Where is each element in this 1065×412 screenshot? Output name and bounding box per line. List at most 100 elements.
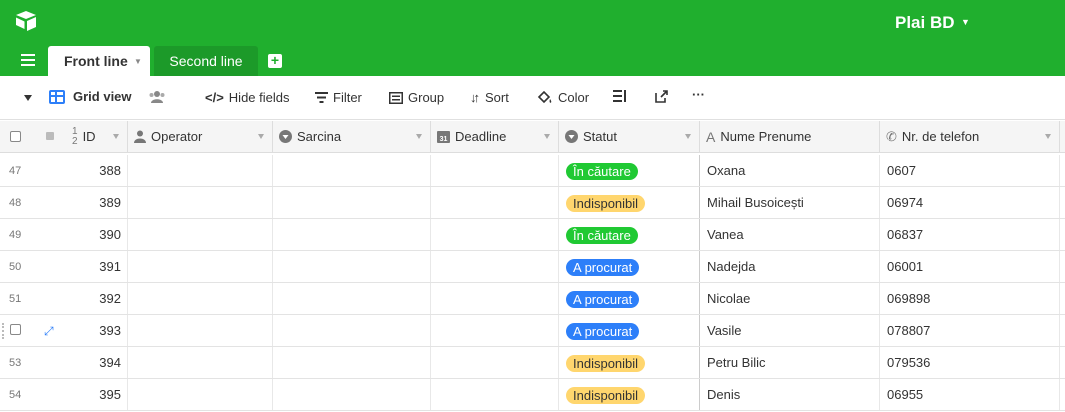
cell-nr-de-telefon[interactable]: 078807 <box>880 315 1060 346</box>
column-header-deadline[interactable]: 31 Deadline <box>431 121 559 152</box>
cell-sarcina[interactable] <box>273 187 431 218</box>
row-checkbox[interactable] <box>10 324 21 335</box>
cell-statut[interactable]: A procurat <box>559 283 700 314</box>
tab-second-line[interactable]: Second line <box>154 46 258 76</box>
sort-button[interactable]: ↓↑ Sort <box>470 90 509 105</box>
cell-operator[interactable] <box>128 219 273 250</box>
view-collaborators-icon[interactable] <box>148 90 166 104</box>
cell-operator[interactable] <box>128 251 273 282</box>
group-button[interactable]: Group <box>389 90 444 105</box>
table-row[interactable]: 51 392 A procurat Nicolae 069898 <box>0 283 1065 315</box>
cell-sarcina[interactable] <box>273 283 431 314</box>
cell-nr-de-telefon[interactable]: 06837 <box>880 219 1060 250</box>
cell-sarcina[interactable] <box>273 315 431 346</box>
cell-statut[interactable]: A procurat <box>559 251 700 282</box>
cell-statut[interactable]: Indisponibil <box>559 347 700 378</box>
cell-nume-prenume[interactable]: Denis <box>700 379 880 410</box>
cell-nr-de-telefon[interactable]: 079536 <box>880 347 1060 378</box>
chevron-down-icon[interactable] <box>544 134 550 139</box>
cell-deadline[interactable] <box>431 187 559 218</box>
cell-nume-prenume[interactable]: Mihail Busoicești <box>700 187 880 218</box>
cell-nume-prenume[interactable]: Vanea <box>700 219 880 250</box>
cell-operator[interactable] <box>128 187 273 218</box>
cell-operator[interactable] <box>128 155 273 186</box>
column-header-operator[interactable]: Operator <box>128 121 273 152</box>
cell-id[interactable]: 389 <box>66 187 128 218</box>
table-row[interactable]: 47 388 În căutare Oxana 0607 <box>0 155 1065 187</box>
base-title[interactable]: Plai BD <box>895 13 955 33</box>
filter-button[interactable]: Filter <box>315 90 362 105</box>
cell-operator[interactable] <box>128 347 273 378</box>
cell-deadline[interactable] <box>431 315 559 346</box>
cell-id[interactable]: 391 <box>66 251 128 282</box>
cell-sarcina[interactable] <box>273 219 431 250</box>
table-row[interactable]: 49 390 În căutare Vanea 06837 <box>0 219 1065 251</box>
drag-handle-icon[interactable] <box>2 323 6 339</box>
cell-id[interactable]: 392 <box>66 283 128 314</box>
cell-id[interactable]: 390 <box>66 219 128 250</box>
cell-statut[interactable]: În căutare <box>559 155 700 186</box>
tab-front-line[interactable]: Front line ▼ <box>48 46 150 76</box>
chevron-down-icon[interactable] <box>113 134 119 139</box>
cell-operator[interactable] <box>128 283 273 314</box>
column-header-sarcina[interactable]: Sarcina <box>273 121 431 152</box>
column-header-nume-prenume[interactable]: A Nume Prenume <box>700 121 880 152</box>
cell-id[interactable]: 395 <box>66 379 128 410</box>
add-table-icon[interactable]: + <box>268 53 282 68</box>
base-menu-caret-icon[interactable]: ▼ <box>961 17 970 27</box>
cell-sarcina[interactable] <box>273 155 431 186</box>
table-row[interactable]: ⤢ 393 A procurat Vasile 078807 <box>0 315 1065 347</box>
column-header-statut[interactable]: Statut <box>559 121 700 152</box>
cell-nr-de-telefon[interactable]: 06974 <box>880 187 1060 218</box>
airtable-logo-icon[interactable] <box>14 10 38 32</box>
cell-sarcina[interactable] <box>273 379 431 410</box>
column-header-id[interactable]: 12 ID <box>66 121 128 152</box>
cell-statut[interactable]: A procurat <box>559 315 700 346</box>
tab-caret-icon[interactable]: ▼ <box>134 46 142 77</box>
cell-nume-prenume[interactable]: Oxana <box>700 155 880 186</box>
cell-nume-prenume[interactable]: Vasile <box>700 315 880 346</box>
view-switcher-caret-icon[interactable] <box>24 95 32 101</box>
cell-deadline[interactable] <box>431 219 559 250</box>
cell-sarcina[interactable] <box>273 251 431 282</box>
cell-nr-de-telefon[interactable]: 06955 <box>880 379 1060 410</box>
row-height-icon[interactable] <box>613 90 627 102</box>
cell-nr-de-telefon[interactable]: 06001 <box>880 251 1060 282</box>
cell-id[interactable]: 394 <box>66 347 128 378</box>
color-button[interactable]: Color <box>537 90 589 105</box>
hamburger-menu-icon[interactable] <box>21 54 35 66</box>
more-options-icon[interactable]: ··· <box>692 87 705 102</box>
cell-deadline[interactable] <box>431 283 559 314</box>
cell-operator[interactable] <box>128 379 273 410</box>
view-switcher-button[interactable]: Grid view <box>49 89 132 104</box>
cell-deadline[interactable] <box>431 347 559 378</box>
chevron-down-icon[interactable] <box>258 134 264 139</box>
cell-statut[interactable]: Indisponibil <box>559 187 700 218</box>
cell-statut[interactable]: În căutare <box>559 219 700 250</box>
hide-fields-button[interactable]: </> Hide fields <box>205 90 290 105</box>
table-row[interactable]: 50 391 A procurat Nadejda 06001 <box>0 251 1065 283</box>
table-row[interactable]: 54 395 Indisponibil Denis 06955 <box>0 379 1065 411</box>
cell-nume-prenume[interactable]: Nadejda <box>700 251 880 282</box>
cell-nume-prenume[interactable]: Petru Bilic <box>700 347 880 378</box>
expand-record-icon[interactable]: ⤢ <box>44 324 54 339</box>
table-row[interactable]: 48 389 Indisponibil Mihail Busoicești 06974 <box>0 187 1065 219</box>
cell-nr-de-telefon[interactable]: 0607 <box>880 155 1060 186</box>
cell-id[interactable]: 393 <box>66 315 128 346</box>
table-row[interactable]: 53 394 Indisponibil Petru Bilic 079536 <box>0 347 1065 379</box>
cell-nume-prenume[interactable]: Nicolae <box>700 283 880 314</box>
chevron-down-icon[interactable] <box>685 134 691 139</box>
cell-deadline[interactable] <box>431 251 559 282</box>
column-header-nr-de-telefon[interactable]: ✆ Nr. de telefon <box>880 121 1060 152</box>
select-all-checkbox[interactable] <box>10 131 21 142</box>
chevron-down-icon[interactable] <box>416 134 422 139</box>
cell-operator[interactable] <box>128 315 273 346</box>
cell-sarcina[interactable] <box>273 347 431 378</box>
cell-nr-de-telefon[interactable]: 069898 <box>880 283 1060 314</box>
chevron-down-icon[interactable] <box>1045 134 1051 139</box>
share-view-icon[interactable] <box>655 90 668 103</box>
cell-statut[interactable]: Indisponibil <box>559 379 700 410</box>
cell-deadline[interactable] <box>431 155 559 186</box>
cell-deadline[interactable] <box>431 379 559 410</box>
cell-id[interactable]: 388 <box>66 155 128 186</box>
